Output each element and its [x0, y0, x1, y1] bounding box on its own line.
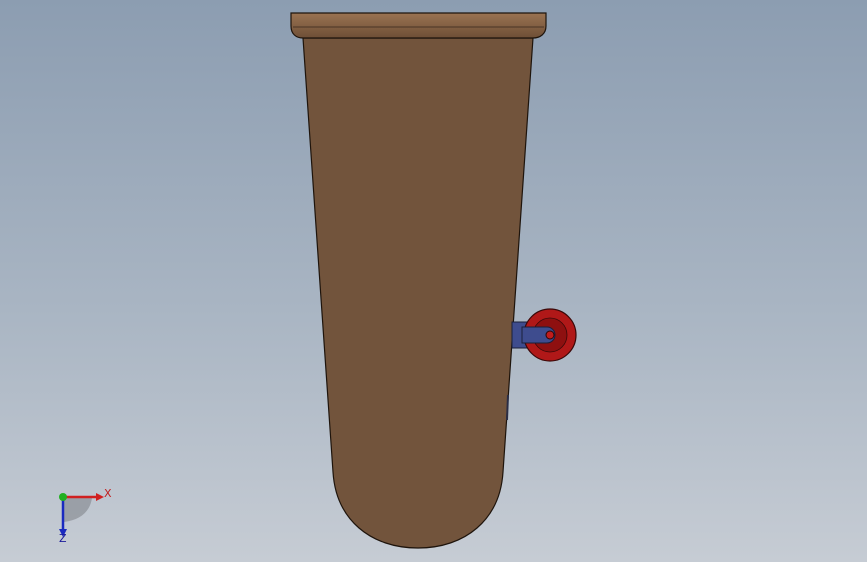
- x-axis-arrowhead: [96, 493, 104, 501]
- cup-edge-shade: [506, 394, 509, 421]
- model-view[interactable]: [0, 0, 867, 562]
- cup-rim[interactable]: [290, 12, 547, 39]
- x-axis-label: X: [104, 487, 112, 500]
- graphics-viewport[interactable]: X Z: [0, 0, 867, 562]
- triad-shadow: [64, 498, 92, 522]
- z-axis-label: Z: [59, 532, 67, 545]
- y-axis-dot: [59, 493, 67, 501]
- cup-body[interactable]: [302, 37, 534, 549]
- caster-wheel[interactable]: [521, 308, 577, 362]
- orientation-triad: X Z: [59, 487, 112, 545]
